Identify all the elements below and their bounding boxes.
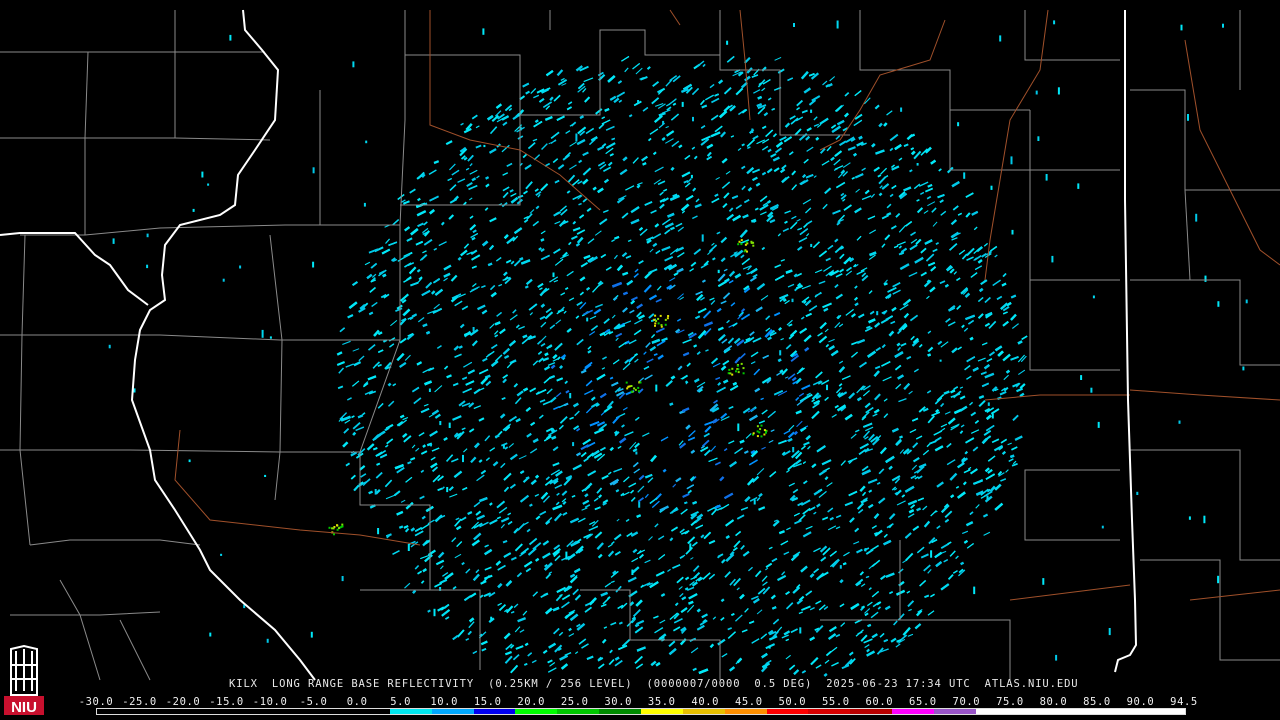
- scale-label: -15.0: [209, 696, 244, 708]
- scale-swatch: [682, 709, 725, 714]
- radar-map: [0, 0, 1280, 720]
- scale-labels: -30.0 -25.0 -20.0 -15.0 -10.0 -5.0 0.0 5.0 10.0 1…: [79, 696, 1198, 708]
- scale-label: 30.0: [604, 696, 633, 708]
- scale-label: -5.0: [299, 696, 328, 708]
- logo-text: NIU: [11, 699, 37, 716]
- scale-label: 80.0: [1039, 696, 1068, 708]
- scale-swatch: [892, 709, 934, 714]
- scale-swatch: [975, 709, 1018, 714]
- scale-label: 50.0: [778, 696, 807, 708]
- scale-swatch: [808, 709, 851, 714]
- scale-label: -20.0: [165, 696, 201, 708]
- scale-swatch: [180, 709, 223, 714]
- scale-label: 90.0: [1126, 696, 1155, 708]
- scale-swatch: [222, 709, 265, 714]
- scale-swatch: [138, 709, 181, 714]
- scale-swatch: [306, 709, 349, 714]
- scale-swatch: [97, 709, 139, 714]
- scale-swatch: [640, 709, 683, 714]
- scale-label: 5.0: [390, 696, 412, 708]
- scale-swatch: [389, 709, 432, 714]
- scale-swatch: [766, 709, 809, 714]
- scale-label: -10.0: [252, 696, 288, 708]
- scale-label: 85.0: [1083, 696, 1111, 708]
- scale-label: 60.0: [865, 696, 894, 708]
- scale-label: -25.0: [122, 696, 157, 708]
- scale-swatch: [1017, 709, 1060, 714]
- elevation-angle: 0.5 DEG): [754, 678, 813, 690]
- scale-swatch: [599, 709, 641, 714]
- scale-swatch: [473, 709, 516, 714]
- scale-swatch: [724, 709, 767, 714]
- product-code: (0000007/0000: [646, 678, 741, 690]
- scale-swatch: [1143, 709, 1185, 714]
- scale-label: 65.0: [909, 696, 937, 708]
- scale-label: 75.0: [996, 696, 1024, 708]
- source-url: ATLAS.NIU.EDU: [984, 678, 1079, 690]
- scale-label: -30.0: [78, 696, 114, 708]
- scale-label: 25.0: [560, 696, 589, 708]
- scale-swatch: [933, 709, 976, 714]
- scale-swatch: [264, 709, 307, 714]
- scale-swatch: [850, 709, 893, 714]
- scale-label: 70.0: [952, 696, 981, 708]
- niu-logo: NIU: [4, 645, 44, 716]
- scale-swatch: [348, 709, 390, 714]
- scale-label: 20.0: [517, 696, 546, 708]
- scale-label: 15.0: [473, 696, 502, 708]
- product-name: LONG RANGE BASE REFLECTIVITY: [271, 678, 475, 690]
- scale-swatch: [515, 709, 558, 714]
- scale-swatch: [1101, 709, 1144, 714]
- scale-bar: [96, 708, 1186, 715]
- reflectivity-color-scale: -30.0 -25.0 -20.0 -15.0 -10.0 -5.0 0.0 5.0 10.0 1…: [79, 696, 1198, 720]
- scale-label: 45.0: [734, 696, 763, 708]
- scale-swatch: [557, 709, 600, 714]
- scale-label: 40.0: [691, 696, 720, 708]
- scale-swatch: [431, 709, 474, 714]
- resolution: (0.25KM / 256 LEVEL): [488, 678, 633, 690]
- scale-label: 94.5: [1170, 696, 1198, 708]
- scale-label: 10.0: [430, 696, 458, 708]
- station-id: KILX: [229, 678, 258, 690]
- radar-caption: KILX LONG RANGE BASE REFLECTIVITY (0.25KM …: [229, 678, 1093, 690]
- scale-label: 55.0: [821, 696, 850, 708]
- scale-label: 35.0: [647, 696, 676, 708]
- scale-swatch: [1059, 709, 1102, 714]
- timestamp: 2025-06-23 17:34 UTC: [826, 678, 971, 690]
- scale-label: 0.0: [346, 696, 368, 708]
